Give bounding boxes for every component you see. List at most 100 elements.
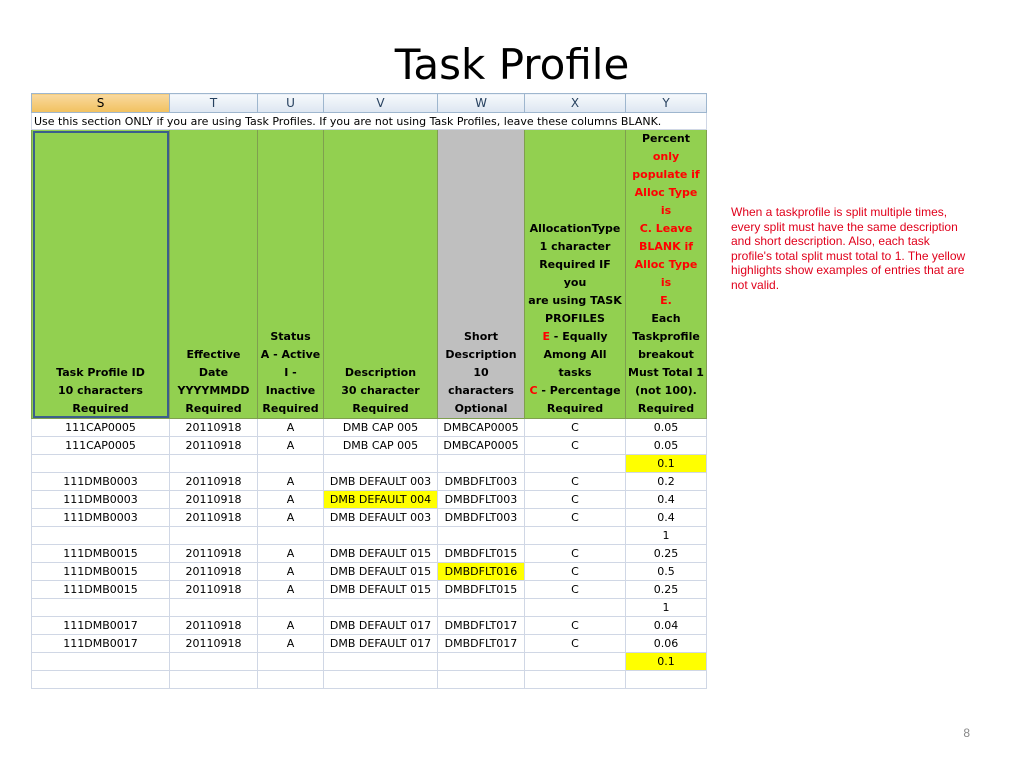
cell-status[interactable] <box>257 454 324 473</box>
notice-cell[interactable]: Use this section ONLY if you are using T… <box>31 112 707 130</box>
cell-short-description[interactable]: DMBDFLT003 <box>437 472 525 491</box>
cell-allocation-type[interactable]: C <box>524 490 626 509</box>
cell-allocation-type[interactable] <box>524 670 626 689</box>
cell-status[interactable]: A <box>257 580 324 599</box>
cell-percent[interactable]: 0.25 <box>625 544 707 563</box>
header-short-description[interactable]: Short Description 10 characters Optional <box>437 129 525 419</box>
cell-short-description[interactable] <box>437 526 525 545</box>
cell-short-description[interactable] <box>437 598 525 617</box>
cell-effective-date[interactable] <box>169 454 258 473</box>
cell-allocation-type[interactable]: C <box>524 616 626 635</box>
cell-status[interactable]: A <box>257 562 324 581</box>
header-effective-date[interactable]: Effective Date YYYYMMDD Required <box>169 129 258 419</box>
header-allocation-type[interactable]: AllocationType 1 character Required IF y… <box>524 129 626 419</box>
cell-percent[interactable]: 0.04 <box>625 616 707 635</box>
cell-description[interactable] <box>323 652 438 671</box>
cell-status[interactable] <box>257 598 324 617</box>
cell-allocation-type[interactable] <box>524 454 626 473</box>
cell-effective-date[interactable] <box>169 652 258 671</box>
cell-effective-date[interactable]: 20110918 <box>169 634 258 653</box>
cell-task-profile-id[interactable]: 111DMB0015 <box>31 580 170 599</box>
cell-percent[interactable]: 0.5 <box>625 562 707 581</box>
cell-percent[interactable] <box>625 670 707 689</box>
cell-allocation-type[interactable]: C <box>524 508 626 527</box>
header-percent[interactable]: Percent only populate if Alloc Type is C… <box>625 129 707 419</box>
cell-task-profile-id[interactable] <box>31 454 170 473</box>
cell-task-profile-id[interactable] <box>31 598 170 617</box>
cell-allocation-type[interactable] <box>524 526 626 545</box>
cell-description[interactable]: DMB DEFAULT 015 <box>323 580 438 599</box>
cell-task-profile-id[interactable]: 111DMB0003 <box>31 490 170 509</box>
cell-task-profile-id[interactable]: 111DMB0017 <box>31 634 170 653</box>
cell-percent[interactable]: 0.4 <box>625 508 707 527</box>
column-header-y[interactable]: Y <box>625 93 707 113</box>
cell-description[interactable]: DMB CAP 005 <box>323 436 438 455</box>
cell-allocation-type[interactable]: C <box>524 544 626 563</box>
cell-percent[interactable]: 1 <box>625 598 707 617</box>
cell-allocation-type[interactable]: C <box>524 418 626 437</box>
cell-allocation-type[interactable] <box>524 652 626 671</box>
cell-effective-date[interactable]: 20110918 <box>169 418 258 437</box>
cell-short-description[interactable]: DMBDFLT016 <box>437 562 525 581</box>
column-header-w[interactable]: W <box>437 93 525 113</box>
cell-effective-date[interactable] <box>169 526 258 545</box>
cell-task-profile-id[interactable]: 111DMB0015 <box>31 562 170 581</box>
header-status[interactable]: Status A - Active I - Inactive Required <box>257 129 324 419</box>
cell-status[interactable] <box>257 670 324 689</box>
cell-allocation-type[interactable]: C <box>524 472 626 491</box>
column-header-u[interactable]: U <box>257 93 324 113</box>
column-header-v[interactable]: V <box>323 93 438 113</box>
column-header-s[interactable]: S <box>31 93 170 113</box>
cell-status[interactable]: A <box>257 508 324 527</box>
cell-status[interactable] <box>257 652 324 671</box>
cell-status[interactable]: A <box>257 472 324 491</box>
cell-task-profile-id[interactable]: 111DMB0003 <box>31 508 170 527</box>
cell-effective-date[interactable]: 20110918 <box>169 616 258 635</box>
cell-task-profile-id[interactable]: 111CAP0005 <box>31 418 170 437</box>
cell-status[interactable]: A <box>257 616 324 635</box>
cell-short-description[interactable] <box>437 652 525 671</box>
cell-description[interactable]: DMB DEFAULT 017 <box>323 616 438 635</box>
cell-allocation-type[interactable]: C <box>524 634 626 653</box>
cell-description[interactable] <box>323 454 438 473</box>
cell-percent[interactable]: 0.25 <box>625 580 707 599</box>
cell-percent[interactable]: 0.2 <box>625 472 707 491</box>
cell-short-description[interactable]: DMBDFLT003 <box>437 508 525 527</box>
cell-effective-date[interactable]: 20110918 <box>169 490 258 509</box>
cell-task-profile-id[interactable]: 111DMB0003 <box>31 472 170 491</box>
cell-effective-date[interactable]: 20110918 <box>169 562 258 581</box>
cell-description[interactable] <box>323 526 438 545</box>
cell-short-description[interactable]: DMBDFLT017 <box>437 616 525 635</box>
cell-effective-date[interactable]: 20110918 <box>169 436 258 455</box>
cell-description[interactable]: DMB DEFAULT 004 <box>323 490 438 509</box>
cell-description[interactable]: DMB DEFAULT 003 <box>323 472 438 491</box>
header-task-profile-id[interactable]: Task Profile ID 10 characters Required <box>31 129 170 419</box>
cell-percent[interactable]: 0.1 <box>625 454 707 473</box>
cell-description[interactable]: DMB DEFAULT 003 <box>323 508 438 527</box>
cell-short-description[interactable]: DMBDFLT015 <box>437 544 525 563</box>
cell-task-profile-id[interactable]: 111CAP0005 <box>31 436 170 455</box>
cell-short-description[interactable]: DMBCAP0005 <box>437 418 525 437</box>
cell-percent[interactable]: 0.1 <box>625 652 707 671</box>
cell-allocation-type[interactable]: C <box>524 562 626 581</box>
cell-effective-date[interactable]: 20110918 <box>169 544 258 563</box>
cell-description[interactable]: DMB DEFAULT 015 <box>323 544 438 563</box>
cell-status[interactable]: A <box>257 634 324 653</box>
cell-effective-date[interactable] <box>169 598 258 617</box>
column-header-x[interactable]: X <box>524 93 626 113</box>
cell-short-description[interactable] <box>437 670 525 689</box>
cell-short-description[interactable] <box>437 454 525 473</box>
cell-task-profile-id[interactable] <box>31 670 170 689</box>
cell-effective-date[interactable]: 20110918 <box>169 508 258 527</box>
cell-short-description[interactable]: DMBCAP0005 <box>437 436 525 455</box>
header-description[interactable]: Description 30 character Required <box>323 129 438 419</box>
cell-percent[interactable]: 1 <box>625 526 707 545</box>
cell-short-description[interactable]: DMBDFLT015 <box>437 580 525 599</box>
cell-description[interactable]: DMB DEFAULT 017 <box>323 634 438 653</box>
cell-status[interactable]: A <box>257 544 324 563</box>
cell-allocation-type[interactable] <box>524 598 626 617</box>
cell-task-profile-id[interactable]: 111DMB0015 <box>31 544 170 563</box>
cell-task-profile-id[interactable] <box>31 526 170 545</box>
cell-task-profile-id[interactable] <box>31 652 170 671</box>
column-header-t[interactable]: T <box>169 93 258 113</box>
